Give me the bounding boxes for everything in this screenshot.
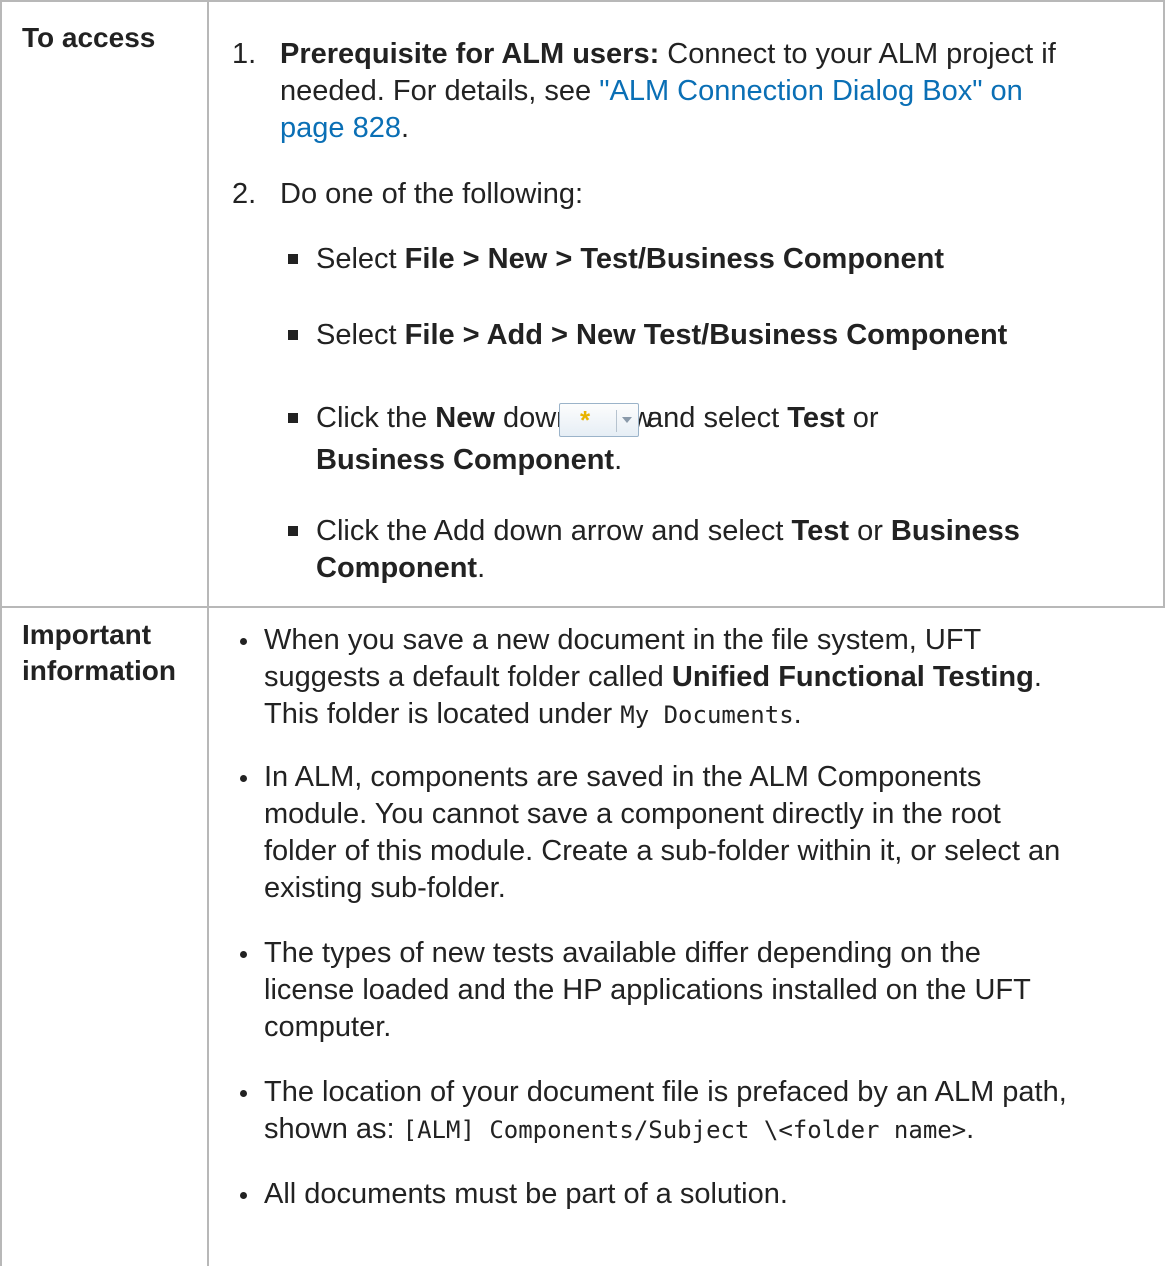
step-1-line-3: page 828.	[280, 112, 410, 144]
info-1-line-1: When you save a new document in the file…	[264, 624, 982, 656]
step-2-number: 2.	[232, 178, 257, 210]
table-border-top	[0, 0, 1165, 2]
info-3-line-3: computer.	[264, 1011, 392, 1043]
step-2-text: Do one of the following:	[280, 178, 584, 210]
info-5-line-1: All documents must be part of a solution…	[264, 1178, 788, 1210]
info-3-line-1: The types of new tests available differ …	[264, 937, 981, 969]
info-2-line-4: existing sub-folder.	[264, 872, 506, 904]
alm-connection-link[interactable]: "ALM Connection Dialog Box" on	[599, 75, 1023, 107]
info-4-line-1: The location of your document file is pr…	[264, 1076, 1067, 1108]
option-file-add: Select File > Add > New Test/Business Co…	[316, 319, 1008, 351]
info-1-line-2: suggests a default folder called Unified…	[264, 661, 1042, 693]
info-2-line-3: folder of this module. Create a sub-fold…	[264, 835, 1061, 867]
option-new-arrow-line-2: Business Component.	[316, 444, 623, 476]
info-2-line-2: module. You cannot save a component dire…	[264, 798, 1001, 830]
table-row-divider	[0, 606, 1165, 608]
table-column-divider	[207, 0, 209, 1266]
bullet-dot	[240, 775, 247, 782]
bullet-square	[288, 254, 298, 264]
step-1-number: 1.	[232, 38, 257, 70]
page-828-link[interactable]: page 828	[280, 112, 401, 144]
option-file-new: Select File > New > Test/Business Compon…	[316, 243, 944, 275]
option-add-arrow-line-2: Component.	[316, 552, 486, 584]
bullet-dot	[240, 1090, 247, 1097]
chevron-down-icon	[622, 417, 632, 423]
info-3-line-2: license loaded and the HP applications i…	[264, 974, 1031, 1006]
info-1-line-3: This folder is located under My Document…	[264, 698, 802, 730]
table-border-left	[0, 0, 2, 1266]
bullet-dot	[240, 1192, 247, 1199]
info-2-line-1: In ALM, components are saved in the ALM …	[264, 761, 982, 793]
bullet-dot	[240, 951, 247, 958]
to-access-label: To access	[22, 22, 156, 53]
important-information-label: Important information	[22, 619, 176, 686]
info-4-line-2: shown as: [ALM] Components/Subject \<fol…	[264, 1113, 975, 1145]
new-star-icon: *	[580, 405, 591, 435]
new-dropdown-button[interactable]: *	[559, 403, 639, 437]
bullet-square	[288, 330, 298, 340]
step-1-line-1: Prerequisite for ALM users: Connect to y…	[280, 38, 1056, 70]
bullet-square	[288, 526, 298, 536]
bullet-dot	[240, 638, 247, 645]
bullet-square	[288, 413, 298, 423]
step-1-line-2: needed. For details, see "ALM Connection…	[280, 75, 1023, 107]
option-new-arrow-line-1b: and select Test or	[647, 402, 879, 434]
option-add-arrow-line-1: Click the Add down arrow and select Test…	[316, 515, 1020, 547]
